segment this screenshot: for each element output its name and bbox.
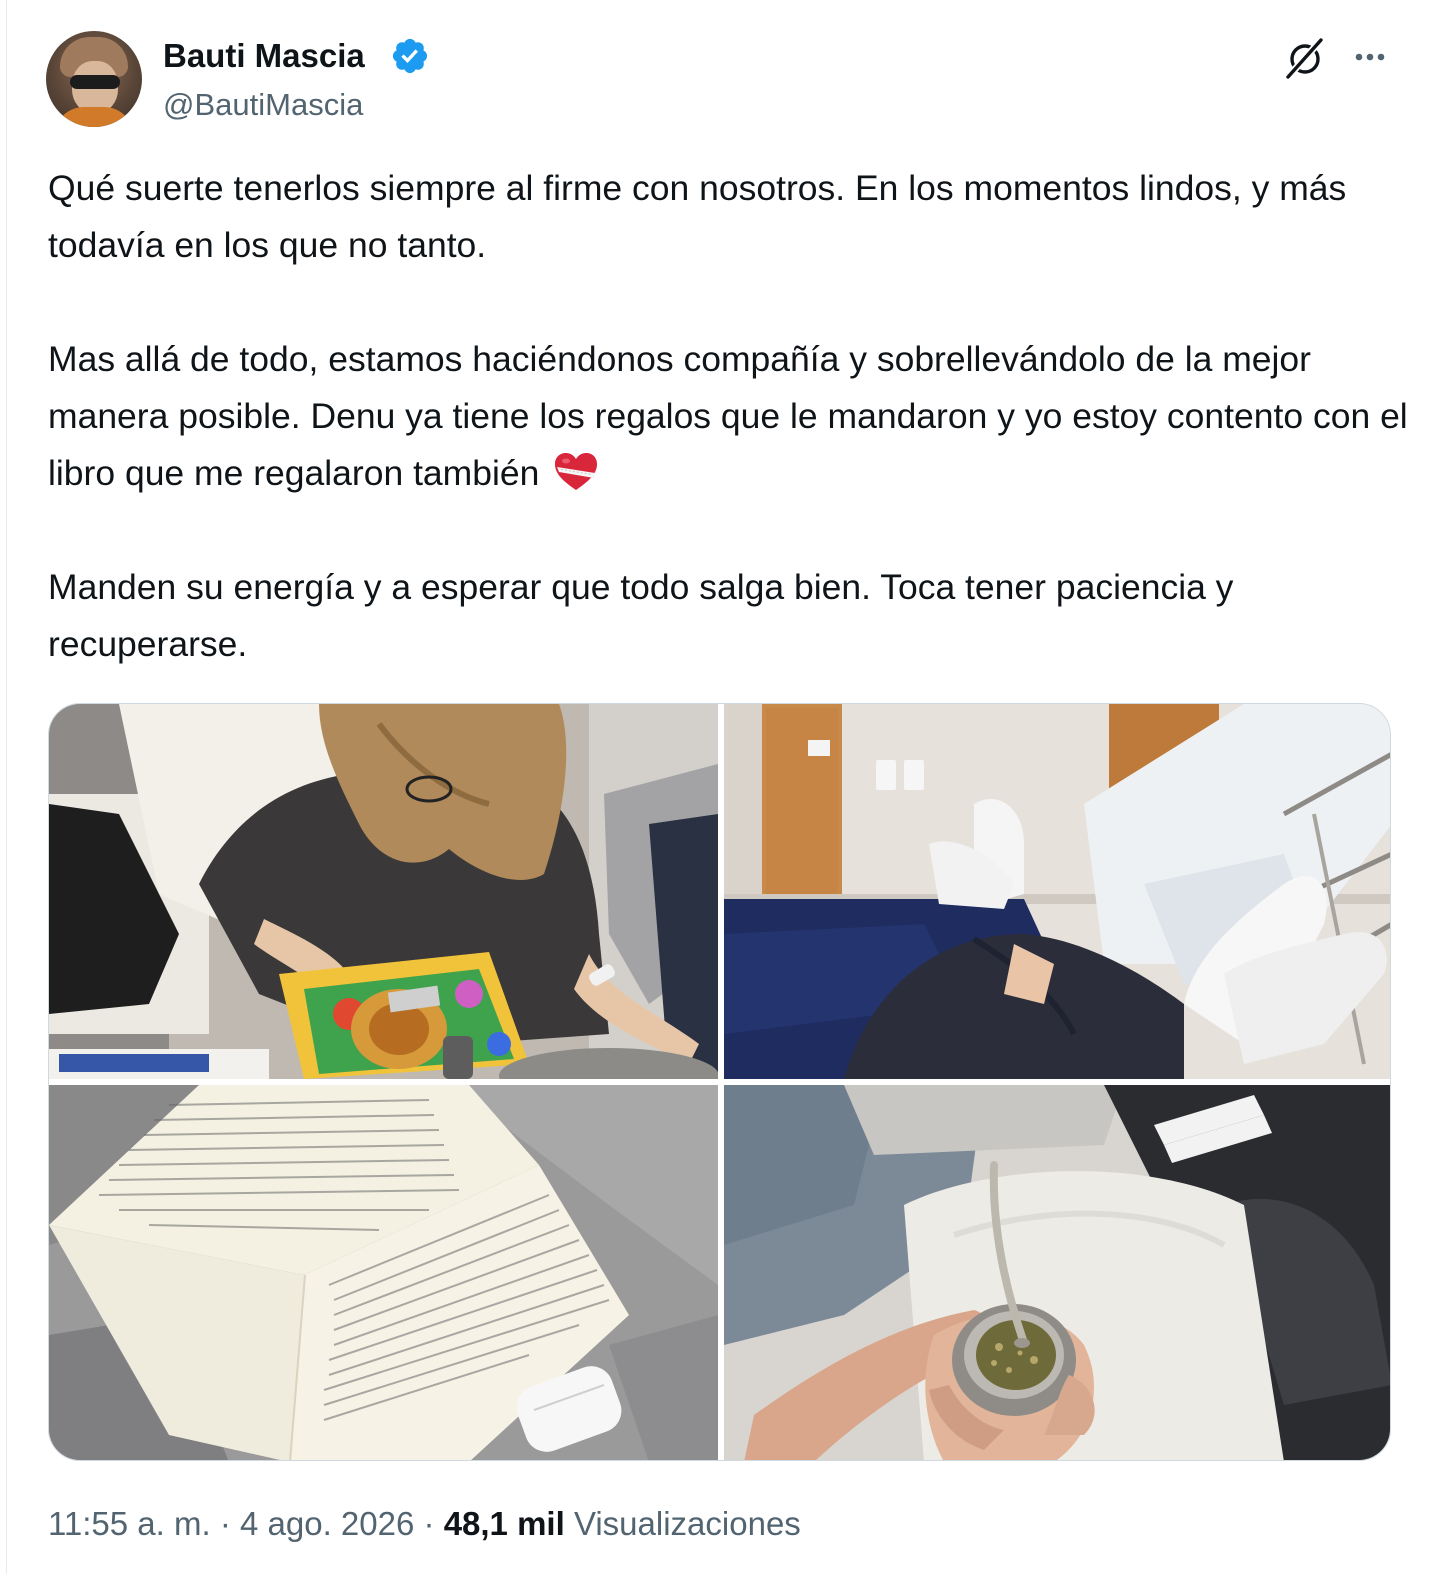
views-link[interactable]: 48,1 mil Visualizaciones — [444, 1505, 801, 1542]
photo-mate-gourd[interactable] — [724, 1085, 1390, 1460]
mending-heart-icon — [555, 453, 598, 490]
avatar[interactable] — [46, 31, 142, 127]
views-count: 48,1 mil — [443, 1505, 565, 1542]
tweet-paragraph-1: Qué suerte tenerlos siempre al firme con… — [48, 168, 1347, 265]
photo-girl-painting[interactable] — [49, 704, 718, 1079]
meta-separator: · — [219, 1505, 231, 1542]
grok-icon[interactable] — [1281, 34, 1329, 82]
meta-separator: · — [423, 1505, 435, 1542]
photo-feet-in-socks[interactable] — [724, 704, 1390, 1079]
timeline-divider — [6, 0, 7, 1574]
verified-badge-icon[interactable] — [390, 36, 430, 76]
tweet-date: 4 ago. 2026 — [240, 1505, 415, 1542]
tweet-meta: 11:55 a. m. · 4 ago. 2026 · 48,1 mil Vis… — [48, 1500, 801, 1548]
tweet-time: 11:55 a. m. — [48, 1505, 211, 1542]
tweet-timestamp[interactable]: 11:55 a. m. · 4 ago. 2026 — [48, 1505, 414, 1542]
tweet-paragraph-3: Manden su energía y a esperar que todo s… — [48, 567, 1234, 664]
views-label: Visualizaciones — [573, 1505, 801, 1542]
avatar-glasses — [70, 75, 120, 89]
avatar-shirt — [54, 107, 134, 127]
more-options-icon[interactable] — [1348, 34, 1396, 82]
author-display-name[interactable]: Bauti Mascia — [163, 36, 365, 76]
tweet-text: Qué suerte tenerlos siempre al firme con… — [48, 160, 1408, 673]
media-grid — [48, 703, 1391, 1461]
tweet-paragraph-2: Mas allá de todo, estamos haciéndonos co… — [48, 331, 1408, 502]
author-handle[interactable]: @BautiMascia — [163, 86, 363, 124]
tweet-paragraph-2-text: Mas allá de todo, estamos haciéndonos co… — [48, 339, 1408, 493]
photo-open-book[interactable] — [49, 1085, 718, 1460]
